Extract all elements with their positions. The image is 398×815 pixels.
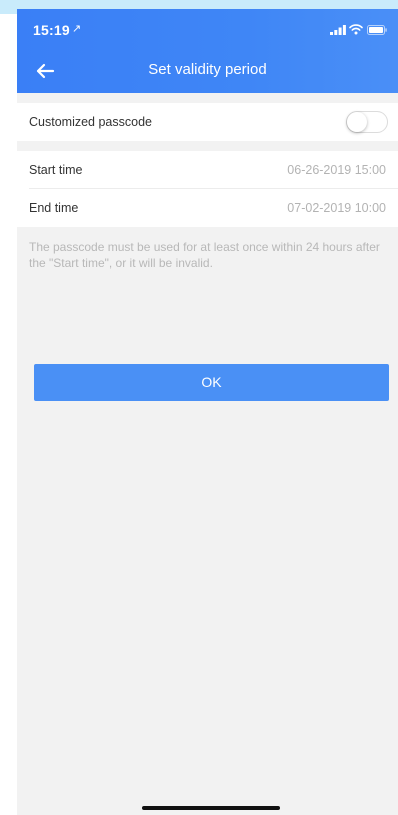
navigation-bar: Set validity period bbox=[17, 53, 398, 93]
toggle-knob bbox=[347, 112, 367, 132]
app-header: 15:19 ↗ Set validity period bbox=[17, 9, 398, 93]
status-bar: 15:19 ↗ bbox=[17, 9, 398, 53]
end-time-row[interactable]: End time 07-02-2019 10:00 bbox=[17, 189, 398, 227]
location-arrow-icon: ↗ bbox=[72, 23, 82, 35]
start-time-row[interactable]: Start time 06-26-2019 15:00 bbox=[17, 151, 398, 189]
page-title: Set validity period bbox=[148, 61, 267, 78]
home-indicator bbox=[142, 806, 280, 810]
customized-passcode-row: Customized passcode bbox=[17, 103, 398, 141]
ok-button[interactable]: OK bbox=[34, 364, 389, 401]
passcode-hint-text: The passcode must be used for at least o… bbox=[29, 240, 380, 270]
customized-passcode-toggle[interactable] bbox=[346, 111, 388, 133]
cellular-signal-icon bbox=[330, 25, 346, 35]
end-time-value: 07-02-2019 10:00 bbox=[287, 201, 386, 215]
battery-icon bbox=[367, 25, 387, 35]
wifi-icon bbox=[349, 24, 363, 35]
start-time-value: 06-26-2019 15:00 bbox=[287, 163, 386, 177]
end-time-label: End time bbox=[29, 201, 79, 215]
customized-passcode-label: Customized passcode bbox=[29, 115, 152, 129]
phone-screen: 15:19 ↗ Set validity period Customized p… bbox=[17, 9, 398, 815]
status-time: 15:19 bbox=[33, 22, 70, 38]
start-time-label: Start time bbox=[29, 163, 83, 177]
